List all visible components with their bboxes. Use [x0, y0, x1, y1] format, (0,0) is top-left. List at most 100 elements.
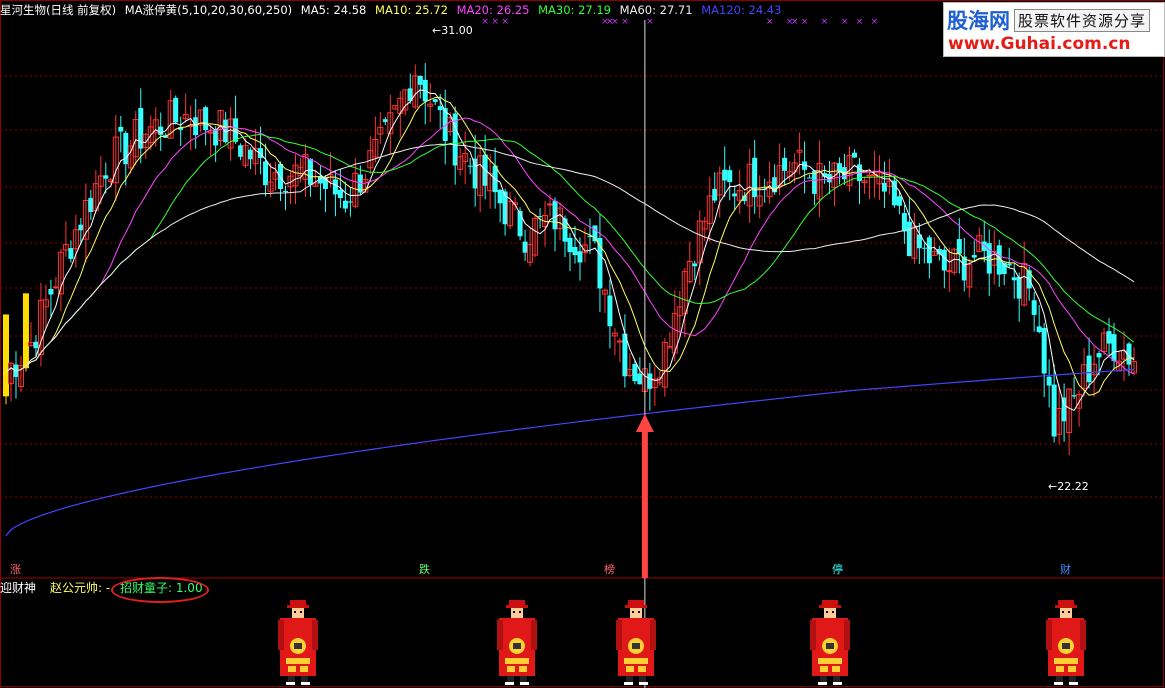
- signal-mark: ×: [856, 17, 864, 27]
- tag-die: 跌: [419, 563, 430, 576]
- candle-down: [837, 163, 843, 172]
- candle-down: [577, 251, 583, 263]
- candle-down: [537, 216, 543, 218]
- candle-down: [722, 169, 728, 181]
- indicator-name[interactable]: MA涨停黄(5,10,20,30,60,250): [125, 3, 292, 17]
- watermark-brand: 股海网: [947, 9, 1010, 33]
- signal-mark: ×: [871, 17, 879, 27]
- caishen-figure: [616, 600, 656, 685]
- candle-down: [1111, 334, 1117, 361]
- candle-down: [437, 106, 443, 111]
- candle-down: [752, 157, 758, 198]
- arrow-shaft: [641, 430, 648, 578]
- candle-down: [263, 161, 269, 186]
- caishen-figure: [497, 600, 537, 685]
- candle-down: [961, 256, 967, 281]
- tag-cai: 财: [1060, 563, 1071, 576]
- candle-down: [78, 224, 84, 231]
- ma5-readout: MA5: 24.58: [300, 3, 367, 17]
- candle-down: [782, 157, 788, 171]
- candle-down: [33, 341, 39, 349]
- candle-down: [1041, 328, 1047, 374]
- candle-down: [592, 225, 598, 242]
- candle-down: [467, 165, 473, 167]
- sub-label-caishen: 迎财神: [0, 581, 37, 595]
- watermark-url: www.Guhai.com.cn: [948, 34, 1131, 54]
- candle-down: [941, 249, 947, 271]
- candle-down: [921, 247, 927, 249]
- chart-root: × × × × × × × × × × × × × × × × ←31.00 ←22.22 星河生物(日线 前复权…: [0, 0, 1165, 688]
- tag-ting: 停: [832, 563, 843, 576]
- candle-down: [1046, 376, 1052, 386]
- candle-down: [1006, 263, 1012, 266]
- sub-label-zhaogong: 赵公元帅: -: [50, 581, 111, 595]
- candle-down: [552, 200, 558, 230]
- candle-down: [1086, 355, 1092, 383]
- ma10-readout: MA10: 25.72: [375, 3, 448, 17]
- candle-down: [637, 373, 643, 385]
- candle-down: [896, 196, 902, 206]
- signal-mark: ×: [491, 17, 499, 27]
- candle-down: [203, 107, 209, 131]
- candle-down: [572, 247, 578, 256]
- limit-up-candle: [22, 293, 29, 369]
- candle-down: [851, 152, 857, 158]
- candle-down: [906, 221, 912, 257]
- candle-down: [382, 119, 388, 122]
- chart-header: 星河生物(日线 前复权) MA涨停黄(5,10,20,30,60,250) MA…: [0, 2, 786, 18]
- candle-down: [337, 189, 343, 198]
- highlight-ellipse: [111, 577, 209, 603]
- candle-down: [193, 117, 199, 136]
- signal-mark: ×: [481, 17, 489, 27]
- candle-down: [956, 239, 962, 254]
- candle-down: [522, 241, 528, 253]
- candle-down: [213, 129, 219, 146]
- candle-down: [238, 145, 244, 157]
- ma30-readout: MA30: 27.19: [538, 3, 612, 17]
- candle-down: [1011, 277, 1017, 281]
- candle-down: [497, 189, 503, 204]
- candle-down: [647, 373, 653, 389]
- caishen-figure: [1046, 600, 1086, 685]
- candle-down: [1051, 384, 1057, 437]
- candle-down: [881, 182, 887, 192]
- candle-down: [1036, 326, 1042, 333]
- candle-down: [347, 201, 353, 203]
- candle-down: [432, 99, 438, 102]
- candle-down: [342, 200, 348, 209]
- candle-up: [547, 203, 554, 206]
- candle-down: [307, 158, 313, 185]
- candle-down: [332, 179, 338, 195]
- tag-zhang: 涨: [10, 563, 21, 576]
- candle-down: [48, 289, 54, 295]
- candle-down: [248, 149, 254, 160]
- candle-down: [1096, 353, 1102, 358]
- tag-bang: 榜: [604, 563, 615, 576]
- signal-mark: ×: [621, 17, 629, 27]
- ma60-readout: MA60: 27.71: [619, 3, 693, 17]
- candle-down: [732, 193, 738, 197]
- candle-down: [158, 126, 164, 135]
- candle-up: [866, 174, 873, 177]
- candle-down: [1016, 277, 1022, 299]
- signal-mark: ×: [841, 17, 849, 27]
- candle-up: [946, 270, 953, 273]
- signal-mark: ×: [791, 17, 799, 27]
- candle-down: [1061, 397, 1067, 422]
- candle-down: [807, 177, 813, 179]
- signal-mark: ×: [801, 17, 809, 27]
- candle-down: [1106, 331, 1112, 344]
- low-annotation: ←22.22: [1048, 480, 1089, 493]
- caishen-figure: [278, 600, 318, 685]
- ma20-readout: MA20: 26.25: [456, 3, 530, 17]
- watermark-slogan: 股票软件资源分享: [1014, 9, 1151, 32]
- stock-title[interactable]: 星河生物(日线 前复权): [0, 3, 116, 17]
- candle-down: [971, 255, 977, 258]
- candle-down: [607, 295, 613, 327]
- ma120-line: [5, 368, 1135, 537]
- candle-down: [283, 190, 289, 192]
- high-annotation: ←31.00: [432, 24, 473, 37]
- candle-down: [88, 197, 94, 212]
- candle-down: [632, 364, 638, 382]
- candle-down: [417, 75, 423, 85]
